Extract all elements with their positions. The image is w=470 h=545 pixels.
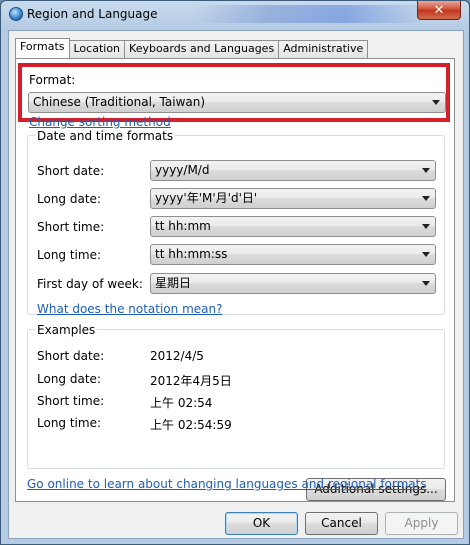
chevron-down-icon xyxy=(422,224,430,229)
region-language-window: Region and Language ✕ Formats Location K… xyxy=(0,0,470,545)
globe-icon xyxy=(9,7,23,21)
example-short-date-value: 2012/4/5 xyxy=(150,349,204,363)
tab-formats[interactable]: Formats xyxy=(15,38,70,58)
format-dropdown-value: Chinese (Traditional, Taiwan) xyxy=(33,95,206,109)
chevron-down-icon xyxy=(422,281,430,286)
ok-button[interactable]: OK xyxy=(225,512,298,535)
format-label: Format: xyxy=(29,73,76,87)
chevron-down-icon xyxy=(422,168,430,173)
long-time-dropdown[interactable]: tt hh:mm:ss xyxy=(150,244,436,265)
title-bar-background xyxy=(191,5,421,23)
example-long-time-value: 上午 02:54:59 xyxy=(150,418,232,432)
example-long-time-label: Long time: xyxy=(37,416,102,430)
long-date-dropdown[interactable]: yyyy'年'M'月'd'日' xyxy=(150,188,436,209)
short-date-label: Short date: xyxy=(37,164,105,178)
example-short-time-label: Short time: xyxy=(37,394,105,408)
tab-administrative[interactable]: Administrative xyxy=(278,40,369,58)
apply-button[interactable]: Apply xyxy=(385,512,458,535)
first-day-of-week-value: 星期日 xyxy=(155,276,192,290)
long-date-value: yyyy'年'M'月'd'日' xyxy=(155,191,258,205)
short-date-value: yyyy/M/d xyxy=(155,163,210,177)
cancel-button[interactable]: Cancel xyxy=(305,512,378,535)
first-day-of-week-dropdown[interactable]: 星期日 xyxy=(150,273,436,294)
first-day-of-week-label: First day of week: xyxy=(37,277,143,291)
short-time-value: tt hh:mm xyxy=(155,219,211,233)
close-button[interactable]: ✕ xyxy=(417,1,461,20)
formats-tab-panel: Format: Chinese (Traditional, Taiwan) Ch… xyxy=(15,58,455,502)
long-time-value: tt hh:mm:ss xyxy=(155,247,228,261)
examples-title: Examples xyxy=(35,323,98,337)
date-time-formats-title: Date and time formats xyxy=(35,129,176,143)
chevron-down-icon xyxy=(422,252,430,257)
tab-strip: Formats Location Keyboards and Languages… xyxy=(15,38,369,58)
short-time-dropdown[interactable]: tt hh:mm xyxy=(150,216,436,237)
chevron-down-icon xyxy=(432,100,440,105)
long-time-label: Long time: xyxy=(37,248,102,262)
notation-help-link[interactable]: What does the notation mean? xyxy=(37,302,222,316)
example-long-date-label: Long date: xyxy=(37,372,101,386)
example-long-date-value: 2012年4月5日 xyxy=(150,374,232,388)
dialog-client-area: Formats Location Keyboards and Languages… xyxy=(8,30,464,539)
long-date-label: Long date: xyxy=(37,192,101,206)
chevron-down-icon xyxy=(422,196,430,201)
change-sorting-link[interactable]: Change sorting method xyxy=(29,115,171,129)
tab-location[interactable]: Location xyxy=(68,40,126,58)
format-dropdown[interactable]: Chinese (Traditional, Taiwan) xyxy=(28,92,446,113)
online-languages-link[interactable]: Go online to learn about changing langua… xyxy=(27,477,427,491)
example-short-time-value: 上午 02:54 xyxy=(150,396,213,410)
close-icon: ✕ xyxy=(433,2,445,18)
short-date-dropdown[interactable]: yyyy/M/d xyxy=(150,160,436,181)
short-time-label: Short time: xyxy=(37,220,105,234)
example-short-date-label: Short date: xyxy=(37,349,105,363)
window-title: Region and Language xyxy=(27,7,158,21)
title-bar[interactable]: Region and Language ✕ xyxy=(1,1,469,29)
tab-keyboards-and-languages[interactable]: Keyboards and Languages xyxy=(124,40,280,58)
